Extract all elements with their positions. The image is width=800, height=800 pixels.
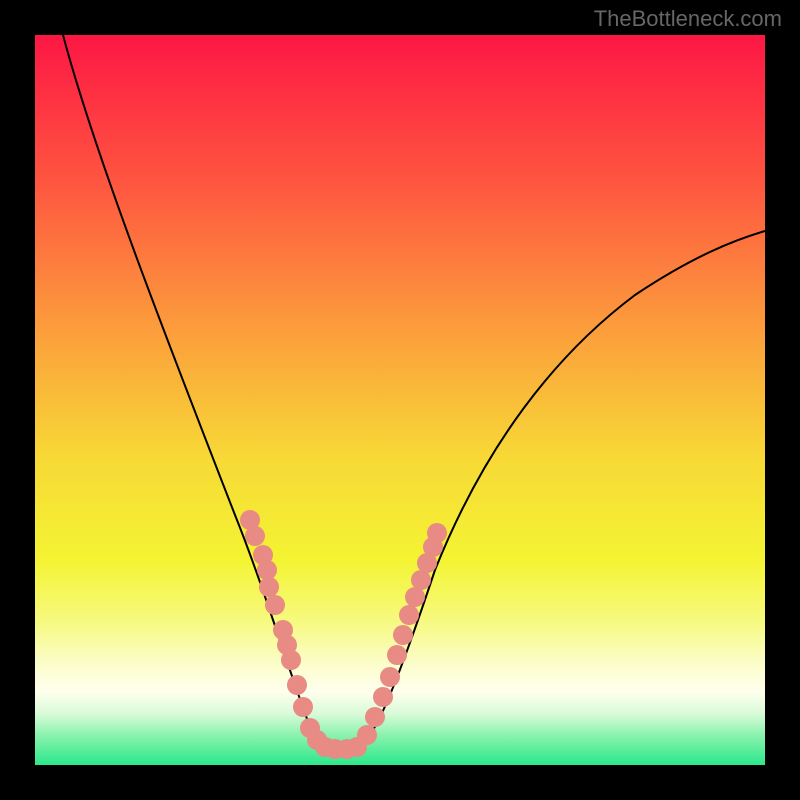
data-marker xyxy=(259,577,279,597)
data-marker xyxy=(427,523,447,543)
data-marker xyxy=(411,570,431,590)
data-marker xyxy=(393,625,413,645)
curve-path xyxy=(63,35,765,752)
chart-area xyxy=(35,35,765,765)
data-marker xyxy=(405,587,425,607)
data-marker xyxy=(287,675,307,695)
data-markers xyxy=(240,510,447,759)
data-marker xyxy=(257,560,277,580)
data-marker xyxy=(373,687,393,707)
data-marker xyxy=(380,667,400,687)
bottleneck-curve xyxy=(35,35,765,765)
data-marker xyxy=(245,526,265,546)
watermark-text: TheBottleneck.com xyxy=(594,6,782,32)
data-marker xyxy=(365,707,385,727)
data-marker xyxy=(399,605,419,625)
data-marker xyxy=(357,725,377,745)
data-marker xyxy=(387,645,407,665)
data-marker xyxy=(265,595,285,615)
data-marker xyxy=(281,650,301,670)
data-marker xyxy=(293,697,313,717)
